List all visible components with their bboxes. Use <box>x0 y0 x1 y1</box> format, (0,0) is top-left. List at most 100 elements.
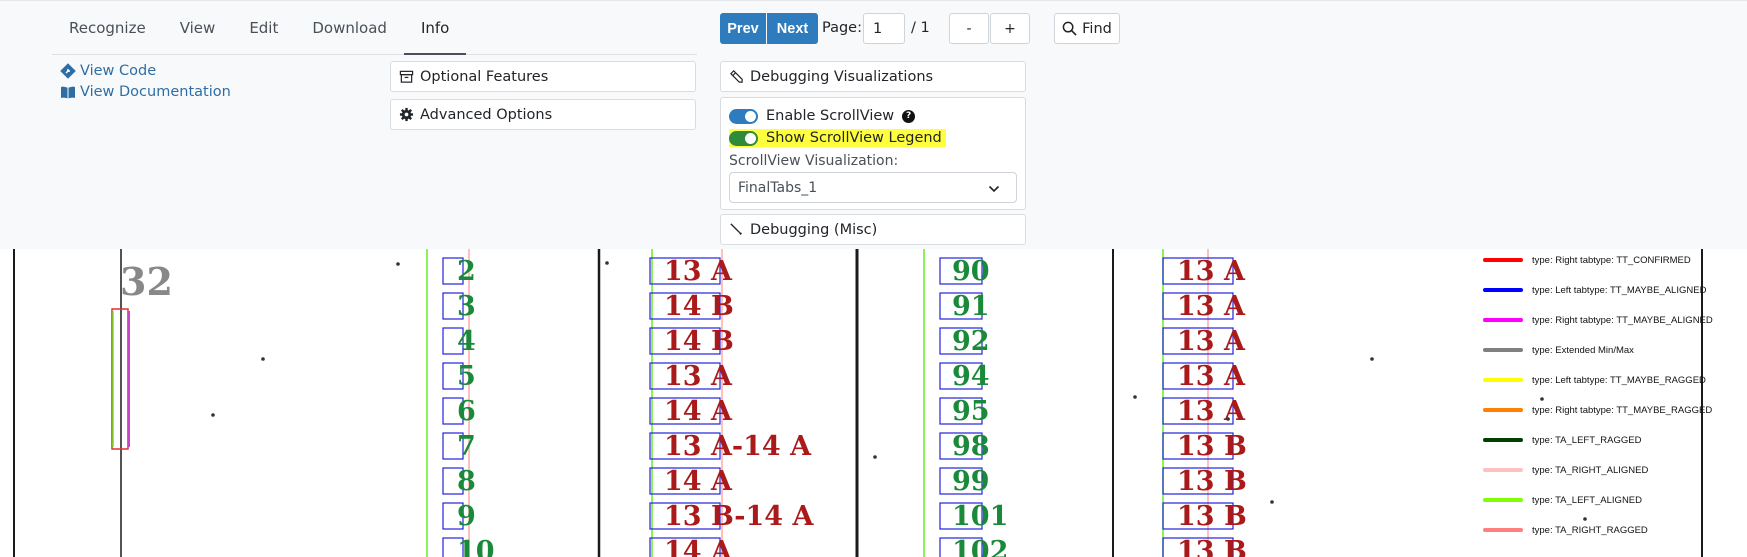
legend-label: type: Right tabtype: TT_MAYBE_RAGGED <box>1532 404 1713 416</box>
scanned-word: 13 B <box>1177 466 1247 497</box>
scanned-word: 13 B <box>1177 536 1247 557</box>
scanned-word: 94 <box>952 361 990 392</box>
help-icon[interactable]: ? <box>902 109 916 123</box>
scanned-word: 2 <box>457 256 476 287</box>
scan-speck <box>1370 357 1374 361</box>
scanned-word: 6 <box>457 396 476 427</box>
legend-label: type: TA_RIGHT_ALIGNED <box>1532 464 1649 476</box>
legend-label: type: Left tabtype: TT_MAYBE_ALIGNED <box>1532 284 1707 296</box>
book-icon <box>61 86 75 99</box>
scanned-word: 14 B <box>664 291 734 322</box>
margin-box <box>111 308 129 450</box>
optional-features-button[interactable]: Optional Features <box>390 61 696 92</box>
legend-label: type: Extended Min/Max <box>1532 344 1634 356</box>
debug-visualizations-panel: Enable ScrollView ? Show ScrollView Lege… <box>720 97 1026 210</box>
zoom-out-button[interactable]: - <box>949 13 989 44</box>
scan-speck <box>396 262 400 266</box>
scanned-word: 13 B <box>1177 501 1247 532</box>
view-documentation-link[interactable]: View Documentation <box>60 84 231 100</box>
show-legend-toggle[interactable] <box>729 130 758 146</box>
legend-label: type: Left tabtype: TT_MAYBE_RAGGED <box>1532 374 1706 386</box>
legend-item: type: Left tabtype: TT_MAYBE_RAGGED <box>1483 372 1706 388</box>
optional-features-label: Optional Features <box>420 68 549 85</box>
page-total: / 1 <box>911 20 930 36</box>
scanned-word: 13 A-14 A <box>664 431 812 462</box>
scanned-word: 13 A <box>1177 291 1246 322</box>
scrollview-canvas[interactable]: 32 2 3 4 5 6 7 8 9 10 13 A 14 B 14 B 13 A 14 A 13 A-14 … <box>0 249 1747 557</box>
legend-item: type: TA_LEFT_ALIGNED <box>1483 492 1642 508</box>
scan-speck <box>211 413 215 417</box>
find-button[interactable]: Find <box>1054 13 1120 44</box>
legend-swatch <box>1483 348 1523 352</box>
scanned-word: 10 <box>457 536 495 557</box>
legend-label: type: TA_LEFT_RAGGED <box>1532 434 1642 446</box>
next-page-button[interactable]: Next <box>767 13 818 44</box>
legend-label: type: TA_RIGHT_RAGGED <box>1532 524 1648 536</box>
legend-item: type: Extended Min/Max <box>1483 342 1634 358</box>
scan-speck <box>605 261 609 265</box>
legend-item: type: Right tabtype: TT_MAYBE_RAGGED <box>1483 402 1712 418</box>
legend-swatch <box>1483 378 1523 382</box>
scanned-word: 14 A <box>664 466 733 497</box>
scanned-word: 14 A <box>664 396 733 427</box>
zoom-in-button[interactable]: + <box>990 13 1030 44</box>
scanned-word: 101 <box>952 501 1008 532</box>
main-tabs: Recognize View Edit Download Info <box>52 1 697 55</box>
advanced-options-button[interactable]: Advanced Options <box>390 99 696 130</box>
debugging-visualizations-label: Debugging Visualizations <box>750 68 934 85</box>
scanned-word: 9 <box>457 501 476 532</box>
scanned-word: 7 <box>457 431 476 462</box>
scanned-word: 13 A <box>664 256 733 287</box>
scan-speck <box>873 455 877 459</box>
view-code-link[interactable]: View Code <box>60 63 156 79</box>
scanned-word: 95 <box>952 396 990 427</box>
top-toolbar: Recognize View Edit Download Info View C… <box>0 0 1747 249</box>
legend-label: type: TA_LEFT_ALIGNED <box>1532 494 1642 506</box>
scan-speck <box>1583 517 1587 521</box>
legend-item: type: Right tabtype: TT_CONFIRMED <box>1483 252 1691 268</box>
pencil-icon <box>730 70 743 83</box>
scanned-word: 8 <box>457 466 476 497</box>
legend-swatch <box>1483 318 1523 322</box>
tab-info[interactable]: Info <box>403 1 467 55</box>
search-icon <box>1062 21 1077 36</box>
scanned-word: 13 A <box>1177 326 1246 357</box>
scanned-word: 92 <box>952 326 990 357</box>
scanned-word: 13 B-14 A <box>664 501 814 532</box>
prev-page-button[interactable]: Prev <box>720 13 766 44</box>
debugging-visualizations-button[interactable]: Debugging Visualizations <box>720 61 1026 92</box>
enable-scrollview-row: Enable ScrollView ? <box>729 108 916 124</box>
scanned-word: 13 A <box>1177 361 1246 392</box>
page-label: Page: <box>822 20 862 36</box>
legend-item: type: Right tabtype: TT_MAYBE_ALIGNED <box>1483 312 1713 328</box>
scanned-word: 5 <box>457 361 476 392</box>
view-code-label: View Code <box>80 63 157 79</box>
legend-item: type: TA_LEFT_RAGGED <box>1483 432 1641 448</box>
tab-download[interactable]: Download <box>295 1 404 55</box>
scrollview-visualization-value: FinalTabs_1 <box>738 179 818 196</box>
tab-view[interactable]: View <box>163 1 233 55</box>
show-legend-label: Show ScrollView Legend <box>766 130 942 146</box>
legend-swatch <box>1483 498 1523 502</box>
scanned-word: 91 <box>952 291 990 322</box>
legend-item: type: Left tabtype: TT_MAYBE_ALIGNED <box>1483 282 1706 298</box>
scanned-word: 13 A <box>664 361 733 392</box>
scrollview-visualization-select[interactable]: FinalTabs_1 <box>729 172 1017 203</box>
tab-recognize[interactable]: Recognize <box>52 1 163 55</box>
scanned-word: 102 <box>952 536 1008 557</box>
enable-scrollview-toggle[interactable] <box>729 108 758 124</box>
page-number-input[interactable] <box>863 13 905 44</box>
scan-speck <box>1540 397 1544 401</box>
legend-swatch <box>1483 408 1523 412</box>
legend-swatch <box>1483 288 1523 292</box>
code-branch-icon <box>60 63 76 79</box>
view-documentation-label: View Documentation <box>80 84 231 100</box>
show-legend-row: Show ScrollView Legend <box>729 129 946 147</box>
legend-swatch <box>1483 528 1523 532</box>
debugging-misc-label: Debugging (Misc) <box>750 221 878 238</box>
tab-edit[interactable]: Edit <box>232 1 295 55</box>
scanned-word: 13 A <box>1177 396 1246 427</box>
debugging-misc-button[interactable]: Debugging (Misc) <box>720 214 1026 245</box>
advanced-options-label: Advanced Options <box>420 106 553 123</box>
scanned-word: 14 A <box>664 536 733 557</box>
